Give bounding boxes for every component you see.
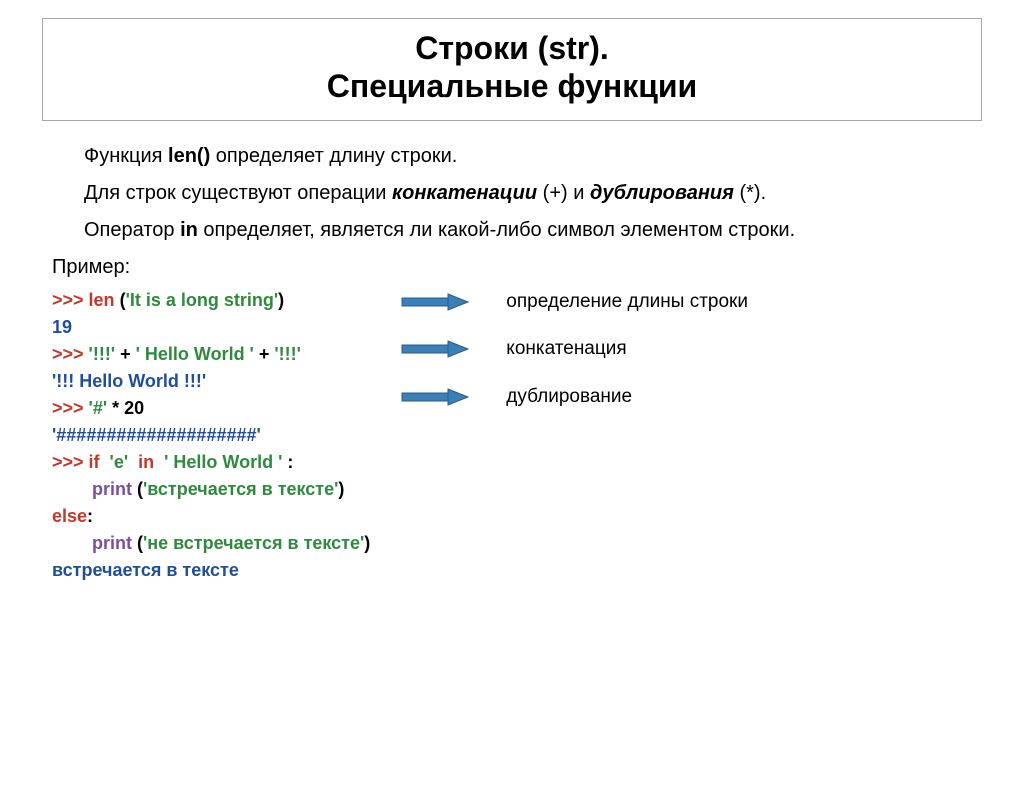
text: Функция [84, 145, 168, 167]
code-line-6: '####################' [52, 422, 370, 449]
operator: + [254, 344, 275, 364]
output-value: 19 [52, 317, 72, 337]
annotation-row-1: определение длины строки [400, 289, 748, 315]
paragraph-in: Оператор in определяет, является ли како… [52, 217, 972, 244]
arrow-icon [400, 387, 470, 407]
func-print: print [92, 533, 137, 553]
text: определяет, является ли какой-либо симво… [198, 219, 795, 241]
paren: ) [278, 290, 284, 310]
slide-content: Функция len() определяет длину строки. Д… [0, 129, 1024, 584]
paragraph-concat-dup: Для строк существуют операции конкатенац… [52, 180, 972, 207]
string-literal: 'e' [110, 452, 129, 472]
text: (*). [734, 182, 766, 204]
indent [52, 533, 92, 553]
func-len: len [89, 290, 120, 310]
paren: ) [364, 533, 370, 553]
concat-keyword: конкатенации [392, 182, 537, 204]
annotation-text: определение длины строки [506, 289, 748, 315]
string-literal: 'не встречается в тексте' [143, 533, 364, 553]
keyword-else: else [52, 506, 87, 526]
code-line-11: встречается в тексте [52, 557, 370, 584]
indent [52, 479, 92, 499]
arrow-icon [400, 292, 470, 312]
code-column: >>> len ('It is a long string') 19 >>> '… [52, 287, 370, 584]
text: (+) и [537, 182, 590, 204]
string-literal: 'It is a long string' [126, 290, 279, 310]
paragraph-len: Функция len() определяет длину строки. [52, 143, 972, 170]
keyword-if: if [89, 452, 110, 472]
annotations-column: определение длины строки конкатенация [400, 287, 748, 410]
annotation-row-3: дублирование [400, 384, 748, 410]
code-line-5: >>> '#' * 20 [52, 395, 370, 422]
paren: ) [338, 479, 344, 499]
code-line-3: >>> '!!!' + ' Hello World ' + '!!!' [52, 341, 370, 368]
example-label: Пример: [52, 254, 972, 281]
operator: + [115, 344, 136, 364]
title-box: Строки (str). Специальные функции [42, 18, 982, 121]
string-literal: 'встречается в тексте' [143, 479, 338, 499]
title-line-2: Специальные функции [327, 68, 697, 104]
keyword-in: in [128, 452, 164, 472]
prompt: >>> [52, 290, 89, 310]
text: определяет длину строки. [210, 145, 457, 167]
annotation-text: дублирование [506, 384, 632, 410]
prompt: >>> [52, 452, 89, 472]
code-line-9: else: [52, 503, 370, 530]
page-title: Строки (str). Специальные функции [43, 29, 981, 106]
text: Для строк существуют операции [84, 182, 392, 204]
string-literal: '#' [89, 398, 108, 418]
string-literal: ' Hello World ' [136, 344, 254, 364]
code-line-2: 19 [52, 314, 370, 341]
code-block: >>> len ('It is a long string') 19 >>> '… [52, 287, 972, 584]
len-keyword: len() [168, 145, 210, 167]
output-value: встречается в тексте [52, 560, 239, 580]
dup-keyword: дублирования [590, 182, 734, 204]
code-line-7: >>> if 'e' in ' Hello World ' : [52, 449, 370, 476]
code-line-4: '!!! Hello World !!!' [52, 368, 370, 395]
output-value: '!!! Hello World !!!' [52, 371, 206, 391]
prompt: >>> [52, 344, 89, 364]
arrow-icon [400, 339, 470, 359]
operator: * 20 [107, 398, 144, 418]
in-keyword: in [180, 219, 198, 241]
colon: : [282, 452, 293, 472]
string-literal: '!!!' [89, 344, 116, 364]
annotation-text: конкатенация [506, 336, 626, 362]
colon: : [87, 506, 93, 526]
code-line-1: >>> len ('It is a long string') [52, 287, 370, 314]
string-literal: '!!!' [274, 344, 301, 364]
prompt: >>> [52, 398, 89, 418]
text: Оператор [84, 219, 180, 241]
annotation-row-2: конкатенация [400, 336, 748, 362]
output-value: '####################' [52, 425, 261, 445]
code-line-8: print ('встречается в тексте') [52, 476, 370, 503]
title-line-1: Строки (str). [415, 30, 609, 66]
func-print: print [92, 479, 137, 499]
code-line-10: print ('не встречается в тексте') [52, 530, 370, 557]
string-literal: ' Hello World ' [164, 452, 282, 472]
